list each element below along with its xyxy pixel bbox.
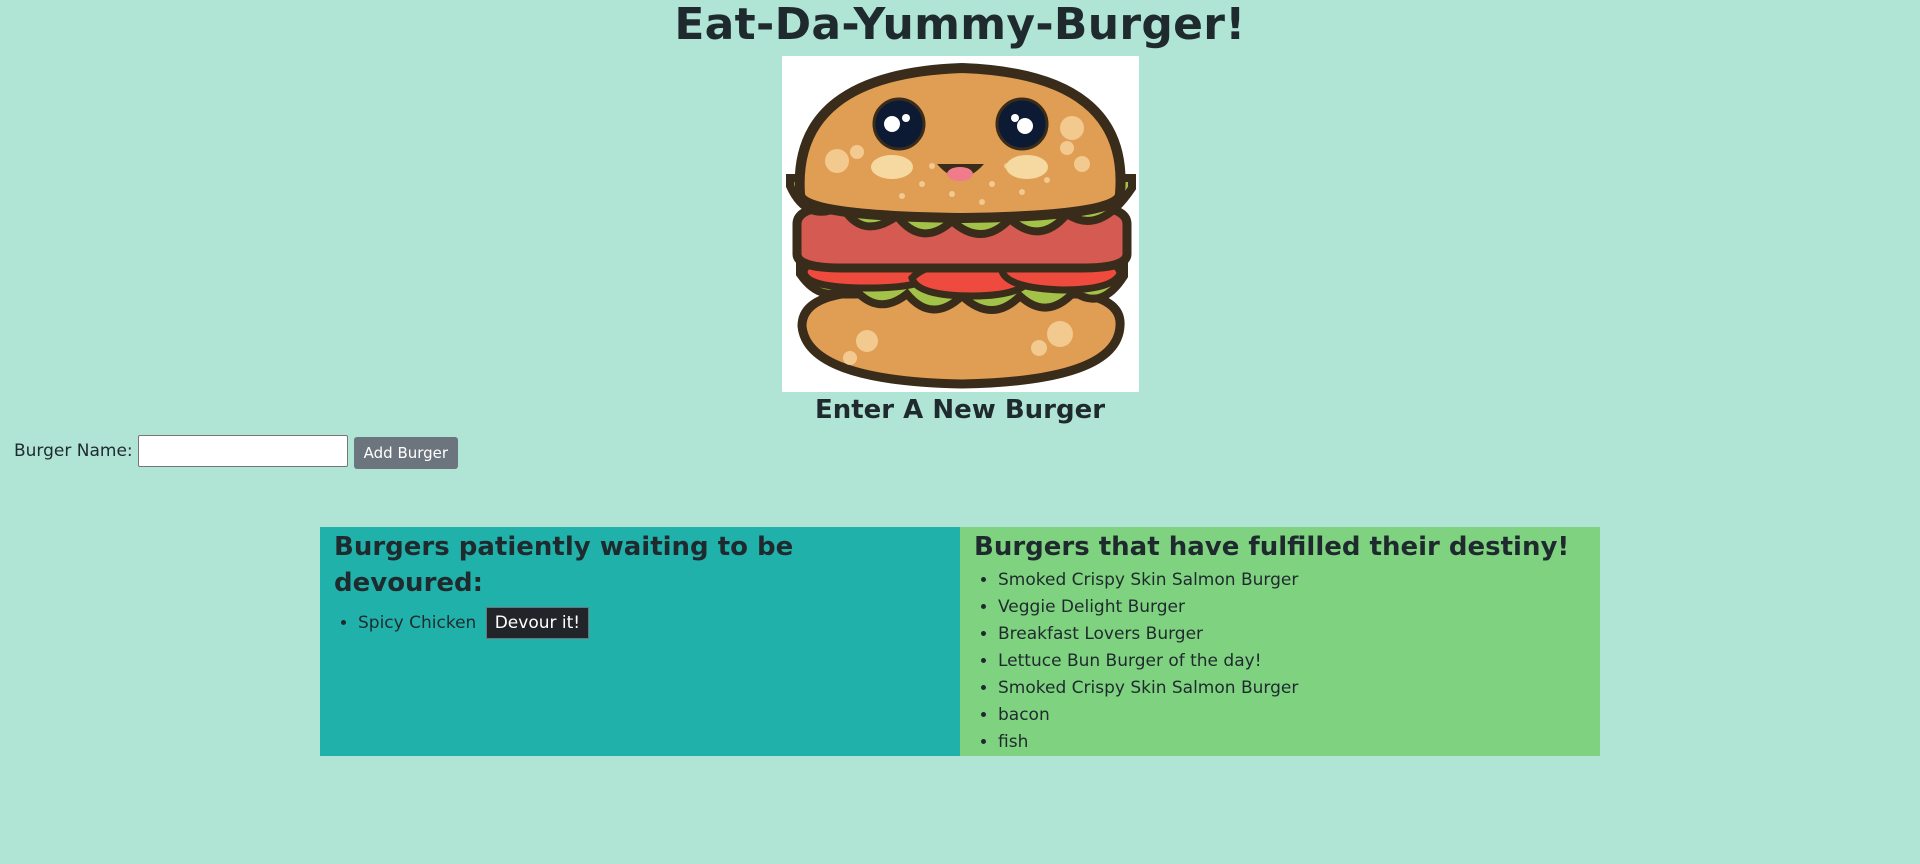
waiting-burgers-panel: Burgers patiently waiting to be devoured…: [320, 527, 960, 756]
list-item: Smoked Crispy Skin Salmon Burger: [998, 567, 1586, 594]
form-heading: Enter A New Burger: [814, 395, 1106, 425]
list-item: fish: [998, 729, 1586, 756]
burger-form: Burger Name: Add Burger: [14, 433, 459, 469]
add-burger-button[interactable]: Add Burger: [353, 437, 459, 469]
list-item: bacon: [998, 702, 1586, 729]
list-item: Smoked Crispy Skin Salmon Burger: [998, 675, 1586, 702]
list-item: Veggie Delight Burger: [998, 594, 1586, 621]
devoured-list: Smoked Crispy Skin Salmon Burger Veggie …: [974, 567, 1586, 756]
burger-name-input[interactable]: [137, 435, 348, 467]
page-title: Eat-Da-Yummy-Burger!: [674, 0, 1246, 50]
list-item: Spicy Chicken Devour it!: [358, 607, 946, 639]
devour-button[interactable]: Devour it!: [485, 607, 590, 639]
burger-mascot-image: [782, 56, 1139, 392]
burger-name: Spicy Chicken: [358, 613, 477, 633]
devoured-heading: Burgers that have fulfilled their destin…: [974, 532, 1570, 562]
waiting-list: Spicy Chicken Devour it!: [334, 607, 946, 639]
waiting-heading: Burgers patiently waiting to be devoured…: [334, 532, 794, 598]
devoured-burgers-panel: Burgers that have fulfilled their destin…: [960, 527, 1600, 756]
burger-name-label: Burger Name:: [14, 441, 133, 461]
list-item: Breakfast Lovers Burger: [998, 621, 1586, 648]
list-item: Lettuce Bun Burger of the day!: [998, 648, 1586, 675]
